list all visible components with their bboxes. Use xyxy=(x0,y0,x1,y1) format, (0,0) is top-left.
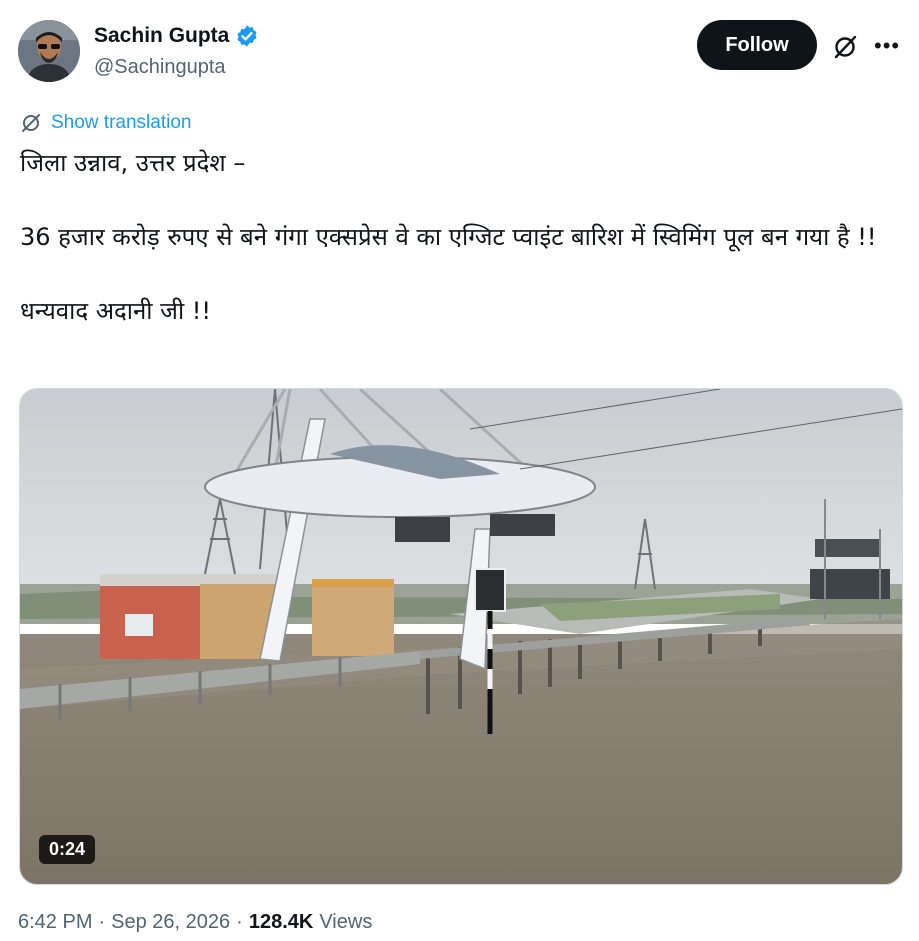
video-thumbnail xyxy=(20,389,902,884)
grok-icon[interactable] xyxy=(832,34,858,60)
translate-icon xyxy=(22,114,40,132)
video-duration-badge: 0:24 xyxy=(39,835,96,864)
tweet-line-thanks: धन्यवाद अदानी जी !! xyxy=(20,297,212,325)
verified-badge-icon xyxy=(237,25,257,47)
views-label: Views xyxy=(319,911,373,933)
views-count: 128.4K xyxy=(248,911,314,933)
author-handle[interactable]: @Sachingupta xyxy=(94,56,226,79)
follow-button[interactable]: Follow xyxy=(697,20,817,70)
author-avatar[interactable] xyxy=(18,20,80,82)
tweet-video[interactable]: 0:24 xyxy=(19,388,903,885)
tweet-meta: 6:42 PM · Sep 26, 2026 · 128.4K Views xyxy=(18,911,372,934)
more-horizontal-icon[interactable]: ••• xyxy=(874,33,900,59)
show-translation-row[interactable]: Show translation xyxy=(20,112,191,134)
meta-separator: · xyxy=(236,911,243,933)
tweet-time[interactable]: 6:42 PM xyxy=(18,911,92,934)
user-avatar-icon xyxy=(18,20,80,82)
tweet-date[interactable]: Sep 26, 2026 xyxy=(111,911,230,934)
author-name[interactable]: Sachin Gupta xyxy=(94,24,229,48)
meta-separator: · xyxy=(98,911,106,933)
tweet-line-main: 36 हजार करोड़ रुपए से बने गंगा एक्सप्रेस… xyxy=(20,223,877,251)
author-name-row[interactable]: Sachin Gupta xyxy=(94,24,259,48)
tweet-line-location: जिला उन्नाव, उत्तर प्रदेश – xyxy=(20,149,246,177)
show-translation-link[interactable]: Show translation xyxy=(51,112,191,134)
tweet-text: जिला उन्नाव, उत्तर प्रदेश – 36 हजार करोड… xyxy=(20,145,890,330)
